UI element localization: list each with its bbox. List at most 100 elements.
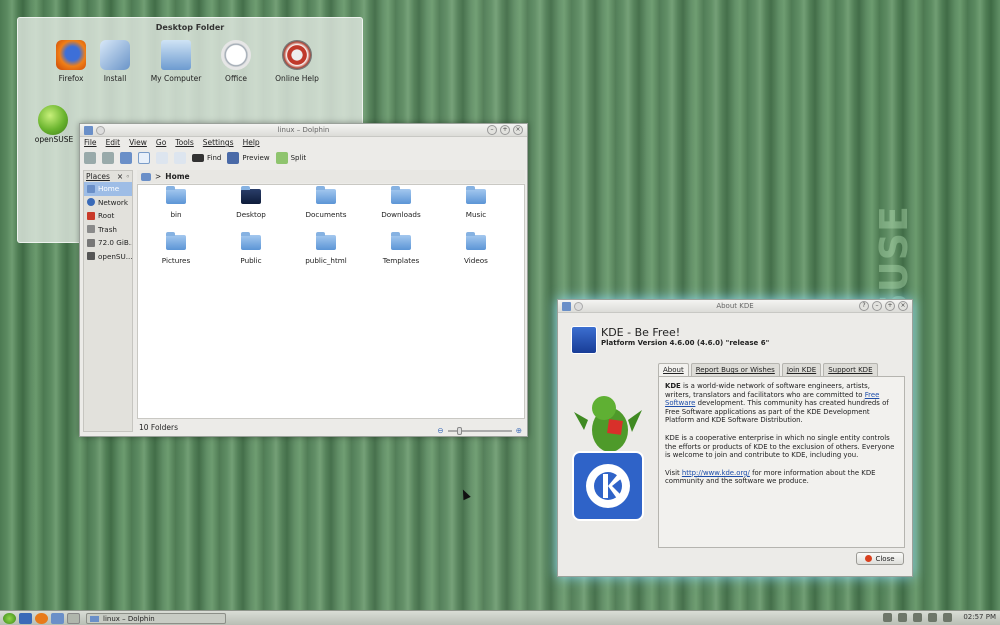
about-window-icon[interactable] xyxy=(562,302,571,311)
task-dolphin[interactable]: linux – Dolphin xyxy=(86,612,226,624)
close-button[interactable]: × xyxy=(898,301,908,311)
about-close-button[interactable]: Close xyxy=(856,552,904,565)
usb-icon[interactable] xyxy=(913,613,922,622)
back-arrow-icon[interactable] xyxy=(84,152,96,164)
details-view-icon[interactable] xyxy=(156,152,168,164)
places-close-icon[interactable]: × ◦ xyxy=(117,171,130,182)
about-kde-dialog[interactable]: About KDE ? – + × KDE - Be Free! Platfor… xyxy=(557,299,913,577)
places-item-disk[interactable]: 72.0 GiB... xyxy=(84,236,132,250)
tab-support-kde[interactable]: Support KDE xyxy=(823,363,878,376)
zoom-slider[interactable]: ⊖ ⊕ xyxy=(437,424,522,438)
folder-item-downloads[interactable]: Downloads xyxy=(371,186,431,219)
up-arrow-icon[interactable] xyxy=(120,152,132,164)
folder-label: Downloads xyxy=(381,210,421,219)
menu-view[interactable]: View xyxy=(129,137,147,149)
places-item-root[interactable]: Root xyxy=(84,209,132,223)
about-p3-text-a: Visit xyxy=(665,468,682,477)
folder-icon xyxy=(166,232,186,250)
split-icon xyxy=(275,152,288,164)
zoom-handle[interactable] xyxy=(457,427,463,435)
menu-edit[interactable]: Edit xyxy=(106,137,121,149)
app-launcher-icon[interactable] xyxy=(3,612,16,624)
device-notifier-icon[interactable] xyxy=(898,613,907,622)
find-button[interactable]: Find xyxy=(192,154,221,162)
dolphin-titlebar[interactable]: linux – Dolphin – + × xyxy=(80,124,527,137)
folder-item-documents[interactable]: Documents xyxy=(296,186,356,219)
tab-report-bugs[interactable]: Report Bugs or Wishes xyxy=(690,363,780,376)
places-item-home[interactable]: Home xyxy=(84,182,132,196)
folder-label: Templates xyxy=(382,256,420,265)
network-globe-icon xyxy=(87,198,95,207)
menu-file[interactable]: File xyxy=(84,137,97,149)
kde-website-link[interactable]: http://www.kde.org/ xyxy=(682,469,750,477)
preview-button[interactable]: Preview xyxy=(227,152,270,164)
split-button[interactable]: Split xyxy=(275,152,306,164)
places-item-label: Trash xyxy=(98,224,117,234)
icons-view-icon[interactable] xyxy=(138,152,150,164)
folder-item-desktop[interactable]: Desktop xyxy=(221,186,281,219)
keep-above-icon[interactable] xyxy=(574,302,583,311)
folder-item-public[interactable]: Public xyxy=(221,232,281,265)
minimize-button[interactable]: – xyxy=(872,301,882,311)
places-item-network[interactable]: Network xyxy=(84,196,132,210)
clock[interactable]: 02:57 PM xyxy=(963,613,996,621)
dolphin-launcher-icon[interactable] xyxy=(51,612,64,624)
breadcrumb[interactable]: > Home xyxy=(137,170,525,183)
folder-item-bin[interactable]: bin xyxy=(146,186,206,219)
close-icon xyxy=(865,555,873,562)
preview-label: Preview xyxy=(242,154,270,162)
zoom-track[interactable] xyxy=(447,427,512,435)
pager-icon[interactable] xyxy=(67,612,80,624)
tab-about[interactable]: About xyxy=(658,363,689,376)
firefox-taskbar-icon[interactable] xyxy=(35,612,48,624)
dolphin-window[interactable]: linux – Dolphin – + × File Edit View Go … xyxy=(79,123,528,437)
keep-above-icon[interactable] xyxy=(96,126,105,135)
forward-arrow-icon[interactable] xyxy=(102,152,114,164)
folder-icon xyxy=(466,186,486,204)
desktop-icon-install[interactable]: Install xyxy=(80,40,150,83)
desktop-icon-online-help[interactable]: Online Help xyxy=(262,40,332,83)
places-item-opensuse[interactable]: openSU... xyxy=(84,250,132,264)
folder-item-music[interactable]: Music xyxy=(446,186,506,219)
maximize-button[interactable]: + xyxy=(885,301,895,311)
tab-join-kde[interactable]: Join KDE xyxy=(781,363,822,376)
places-item-trash[interactable]: Trash xyxy=(84,223,132,237)
folder-label: Documents xyxy=(305,210,347,219)
web-folder-icon xyxy=(316,232,336,250)
tab-support-kde-label: Support KDE xyxy=(828,366,873,374)
folder-item-templates[interactable]: Templates xyxy=(371,232,431,265)
columns-view-icon[interactable] xyxy=(174,152,186,164)
dolphin-window-icon[interactable] xyxy=(84,126,93,135)
breadcrumb-home[interactable]: Home xyxy=(165,170,189,183)
opensuse-desktop-label: openSUSE xyxy=(34,135,74,144)
menu-tools[interactable]: Tools xyxy=(175,137,193,149)
places-item-label: Root xyxy=(98,211,115,220)
menu-help[interactable]: Help xyxy=(243,137,260,149)
opensuse-icon[interactable] xyxy=(38,105,68,135)
desktop-show-icon[interactable] xyxy=(19,612,32,624)
help-button[interactable]: ? xyxy=(859,301,869,311)
places-title: Places xyxy=(86,172,110,181)
network-icon[interactable] xyxy=(943,613,952,622)
folder-item-public-html[interactable]: public_html xyxy=(296,232,356,265)
folder-item-pictures[interactable]: Pictures xyxy=(146,232,206,265)
file-view[interactable]: bin Desktop Documents Downloads Music Pi… xyxy=(137,184,525,419)
status-text: 10 Folders xyxy=(139,423,179,432)
minimize-button[interactable]: – xyxy=(487,125,497,135)
home-folder-icon xyxy=(141,172,151,181)
about-titlebar[interactable]: About KDE ? – + × xyxy=(558,300,912,313)
folder-label: public_html xyxy=(305,256,347,265)
desktop-icon-office[interactable]: Office xyxy=(201,40,271,83)
about-tabs: About Report Bugs or Wishes Join KDE Sup… xyxy=(658,363,878,376)
help-lifebuoy-icon xyxy=(282,40,312,70)
menu-settings[interactable]: Settings xyxy=(203,137,234,149)
folder-label: Music xyxy=(465,210,487,219)
volume-icon[interactable] xyxy=(928,613,937,622)
zoom-out-icon[interactable]: ⊖ xyxy=(437,424,443,438)
close-button[interactable]: × xyxy=(513,125,523,135)
zoom-in-icon[interactable]: ⊕ xyxy=(516,424,522,438)
folder-item-videos[interactable]: Videos xyxy=(446,232,506,265)
updater-icon[interactable] xyxy=(883,613,892,622)
maximize-button[interactable]: + xyxy=(500,125,510,135)
menu-go[interactable]: Go xyxy=(156,137,166,149)
